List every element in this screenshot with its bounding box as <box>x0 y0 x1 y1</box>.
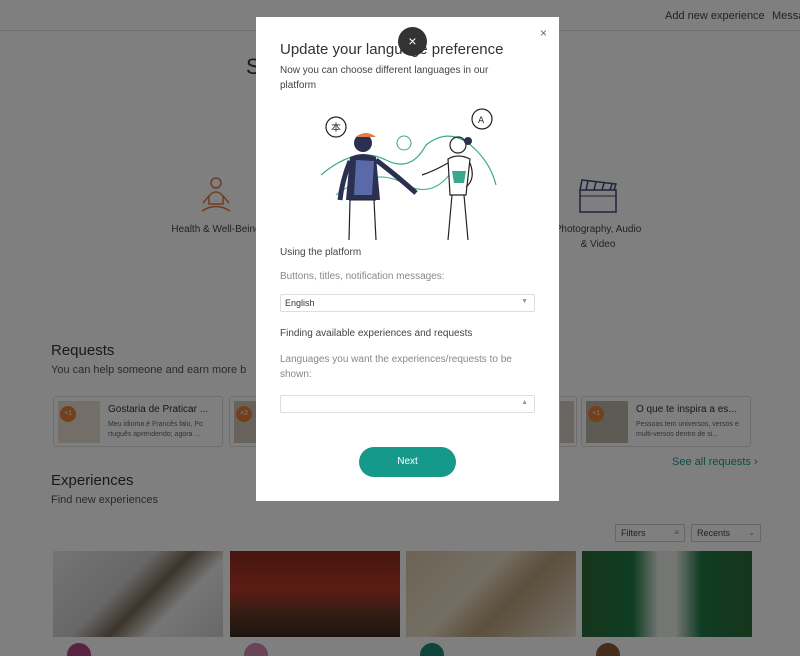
next-button[interactable]: Next <box>359 447 456 477</box>
section-experiences-title: Finding available experiences and reques… <box>280 328 473 339</box>
modal-title: Update your language preference <box>280 41 504 58</box>
platform-language-label: Buttons, titles, notification messages: <box>280 271 445 282</box>
language-preference-modal: Update your language preference × Now yo… <box>256 17 559 501</box>
experience-languages-select[interactable]: ▲ <box>280 395 535 413</box>
section-platform-title: Using the platform <box>280 247 362 258</box>
chevron-down-icon: ▼ <box>521 298 528 305</box>
close-icon[interactable]: × <box>540 26 547 40</box>
chevron-down-icon: ▲ <box>521 399 528 406</box>
svg-text:本: 本 <box>331 121 341 134</box>
modal-subtitle: Now you can choose different languages i… <box>280 65 489 91</box>
svg-text:A: A <box>478 116 485 126</box>
language-illustration: 本 A <box>320 108 497 241</box>
platform-language-select[interactable]: English ▼ <box>280 294 535 312</box>
platform-language-value: English <box>285 298 315 308</box>
close-icon[interactable]: × <box>398 27 427 56</box>
experience-languages-label: Languages you want the experiences/reque… <box>280 354 512 380</box>
